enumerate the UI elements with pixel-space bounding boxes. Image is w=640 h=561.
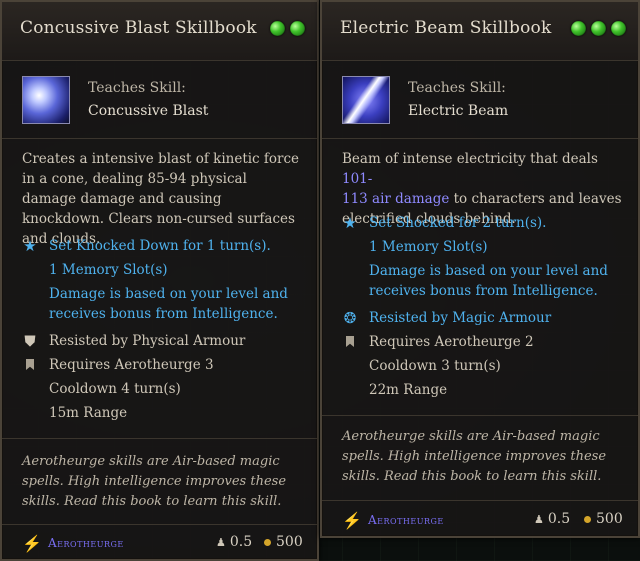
tooltip-header: Concussive Blast Skillbook [2, 2, 317, 61]
divider [2, 524, 317, 525]
skill-name: Concussive Blast [88, 103, 209, 119]
tooltip-footer: ⚡ Aerotheurge ♟ 0.5 500 [322, 506, 638, 536]
teaches-skill-section: Teaches Skill: Electric Beam [322, 60, 638, 139]
status-effect-text: Set Shocked for 2 turn(s). [369, 215, 547, 231]
flavor-text: Aerotheurge skills are Air-based magic s… [22, 454, 287, 509]
tooltip-concussive-blast-skillbook: Concussive Blast Skillbook Teaches Skill… [0, 0, 319, 561]
gold-coin-icon [264, 538, 271, 546]
gold-coin-icon [584, 515, 591, 523]
memory-slots: 1 Memory Slot(s) [49, 262, 168, 278]
range: 15m Range [49, 405, 128, 421]
requires-text: Requires Aerotheurge 3 [49, 357, 214, 373]
lightning-icon: ⚡ [342, 511, 362, 530]
item-title: Concussive Blast Skillbook [20, 18, 257, 38]
weight-value: 0.5 [547, 511, 571, 527]
item-value: 500 [264, 534, 303, 550]
range: 22m Range [369, 382, 448, 398]
cooldown: Cooldown 3 turn(s) [369, 358, 501, 374]
damage-type: 113 air damage [342, 191, 450, 207]
rarity-gems [571, 21, 626, 36]
tooltip-header: Electric Beam Skillbook [322, 2, 638, 61]
bookmark-icon [342, 334, 358, 350]
divider [322, 500, 638, 501]
damage-scaling: Damage is based on your level and receiv… [49, 286, 288, 322]
magic-shield-icon: ❂ [343, 309, 357, 327]
shield-icon: ⛊ [24, 332, 36, 350]
star-icon: ★ [23, 237, 37, 255]
electric-beam-skill-icon [342, 76, 390, 124]
skill-school: Aerotheurge [48, 536, 124, 550]
gold-value: 500 [276, 534, 303, 550]
requires-text: Requires Aerotheurge 2 [369, 334, 534, 350]
green-gem-icon [611, 21, 626, 36]
weight-icon: ♟ [216, 536, 226, 549]
teaches-skill-label: Teaches Skill: [88, 80, 186, 96]
green-gem-icon [591, 21, 606, 36]
memory-slots: 1 Memory Slot(s) [369, 239, 488, 255]
damage-range: 101- [342, 171, 373, 187]
lightning-icon: ⚡ [22, 534, 42, 553]
description-text: Beam of intense electricity that deals [342, 151, 598, 167]
tooltip-footer: ⚡ Aerotheurge ♟ 0.5 500 [2, 529, 317, 559]
cooldown: Cooldown 4 turn(s) [49, 381, 181, 397]
teaches-skill-section: Teaches Skill: Concussive Blast [2, 60, 317, 139]
item-weight: ♟ 0.5 [216, 534, 252, 550]
item-weight: ♟ 0.5 [534, 511, 570, 527]
tooltip-electric-beam-skillbook: Electric Beam Skillbook Teaches Skill: E… [320, 0, 640, 538]
item-value: 500 [584, 511, 623, 527]
status-effect-text: Set Knocked Down for 1 turn(s). [49, 238, 271, 254]
divider [322, 415, 638, 416]
star-icon: ★ [343, 214, 357, 232]
weight-value: 0.5 [229, 534, 253, 550]
flavor-text: Aerotheurge skills are Air-based magic s… [342, 429, 607, 484]
skill-school: Aerotheurge [368, 513, 444, 527]
skill-name: Electric Beam [408, 103, 509, 119]
divider [2, 438, 317, 439]
resisted-by-text: Resisted by Physical Armour [49, 333, 246, 349]
skill-description: Creates a intensive blast of kinetic for… [22, 151, 300, 247]
concussive-blast-skill-icon [22, 76, 70, 124]
green-gem-icon [571, 21, 586, 36]
green-gem-icon [290, 21, 305, 36]
rarity-gems [270, 21, 305, 36]
gold-value: 500 [596, 511, 623, 527]
item-title: Electric Beam Skillbook [340, 18, 552, 38]
teaches-skill-label: Teaches Skill: [408, 80, 506, 96]
bookmark-icon [22, 357, 38, 373]
green-gem-icon [270, 21, 285, 36]
resisted-by-text: Resisted by Magic Armour [369, 310, 552, 326]
damage-scaling: Damage is based on your level and receiv… [369, 263, 608, 299]
weight-icon: ♟ [534, 513, 544, 526]
